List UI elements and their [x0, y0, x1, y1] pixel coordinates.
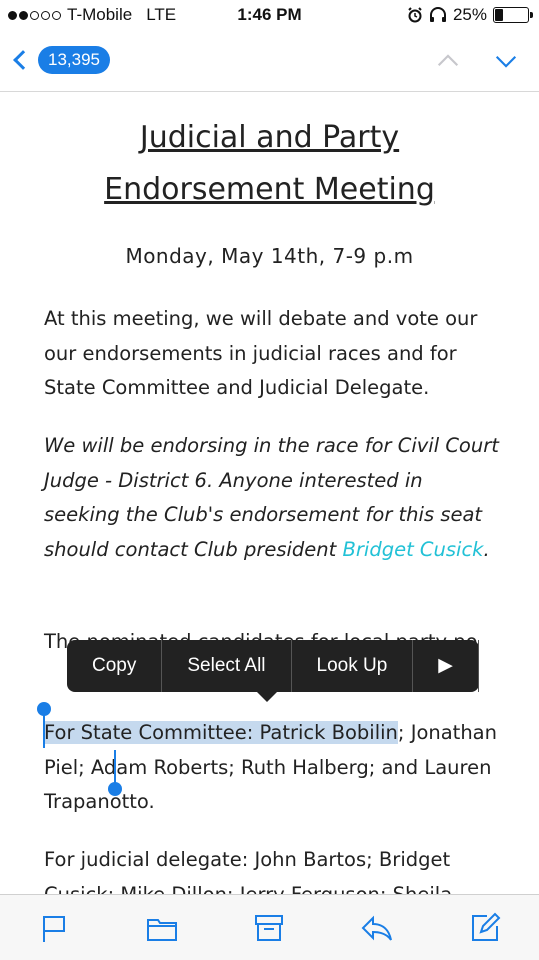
headphones-icon	[429, 7, 446, 22]
compose-icon[interactable]	[467, 910, 503, 946]
reply-icon[interactable]	[359, 910, 395, 946]
back-button[interactable]: 13,395	[10, 46, 110, 74]
title-line-1: Judicial and Party	[139, 120, 400, 155]
selection-start-handle[interactable]	[37, 702, 51, 748]
text-edit-menu: Copy Select All Look Up ▶	[67, 640, 479, 702]
selected-text[interactable]: For State Committee: Patrick Bobilin	[44, 721, 398, 744]
paragraph-civil-court: We will be endorsing in the race for Civ…	[44, 429, 504, 567]
status-right: 25%	[407, 5, 533, 25]
message-title: Judicial and Party Endorsement Meeting	[0, 112, 539, 216]
civil-court-end: .	[483, 537, 490, 561]
message-body[interactable]: Judicial and Party Endorsement Meeting M…	[0, 92, 539, 894]
battery-percent: 25%	[452, 5, 487, 24]
flag-icon[interactable]	[36, 910, 72, 946]
navigation-bar: 13,395	[0, 30, 539, 92]
bottom-toolbar	[0, 894, 539, 960]
paragraph-intro: At this meeting, we will debate and vote…	[44, 307, 478, 399]
menu-pointer	[255, 690, 279, 702]
bridget-cusick-link[interactable]: Bridget Cusick	[343, 538, 484, 561]
archive-icon[interactable]	[251, 910, 287, 946]
message-count-badge: 13,395	[38, 46, 110, 74]
status-bar: T-Mobile LTE 1:46 PM 25%	[0, 0, 539, 30]
folder-icon[interactable]	[144, 910, 180, 946]
paragraph-judicial-delegate: For judicial delegate: John Bartos; Brid…	[44, 848, 453, 894]
selection-end-handle[interactable]	[108, 750, 122, 796]
next-message-icon[interactable]	[495, 50, 517, 72]
paragraph-state-committee: For State Committee: Patrick Bobilin; Jo…	[44, 716, 504, 820]
battery-icon	[493, 7, 533, 23]
back-chevron-icon	[13, 50, 33, 70]
previous-message-icon[interactable]	[437, 50, 459, 72]
select-all-button[interactable]: Select All	[162, 640, 292, 692]
title-line-2: Endorsement Meeting	[104, 172, 435, 207]
copy-button[interactable]: Copy	[67, 640, 163, 692]
look-up-button[interactable]: Look Up	[292, 640, 414, 692]
more-options-button[interactable]: ▶	[413, 640, 479, 692]
meeting-date: Monday, May 14th, 7-9 p.m	[125, 244, 414, 268]
alarm-icon	[408, 7, 422, 23]
